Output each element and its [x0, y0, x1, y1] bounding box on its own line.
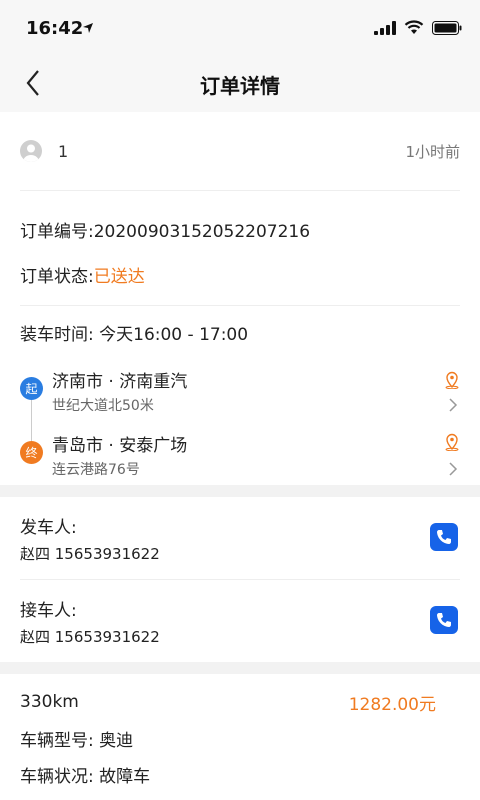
- chevron-right-icon[interactable]: [448, 461, 458, 477]
- end-stop-address: 连云港路76号: [52, 462, 140, 478]
- page-title: 订单详情: [200, 74, 280, 98]
- sender-label: 发车人:: [20, 518, 77, 538]
- distance-price-row: 330km 1282.00元: [20, 684, 460, 720]
- chevron-right-icon[interactable]: [448, 397, 458, 413]
- order-status-row: 订单状态:已送达: [20, 262, 460, 306]
- price: 1282.00元: [348, 694, 436, 715]
- order-number-row: 订单编号:20200903152052207216: [20, 217, 460, 242]
- status-bar: 16:42: [0, 0, 480, 54]
- call-receiver-button[interactable]: [430, 606, 458, 634]
- battery-icon: [432, 20, 462, 35]
- map-pin-icon[interactable]: [444, 371, 460, 389]
- order-number: 20200903152052207216: [93, 222, 311, 242]
- order-section: 1 1小时前 订单编号:20200903152052207216 订单状态:已送…: [0, 112, 480, 478]
- receiver-label: 接车人:: [20, 601, 77, 621]
- avatar: [20, 140, 42, 162]
- receiver-info: 赵四 15653931622: [20, 628, 160, 646]
- nav-bar: 订单详情: [0, 54, 480, 112]
- user-row: 1 1小时前: [20, 112, 460, 191]
- distance: 330km: [20, 692, 79, 712]
- load-time: 装车时间: 今天16:00 - 17:00: [20, 325, 249, 345]
- wifi-icon: [404, 20, 424, 34]
- end-badge: 终: [20, 441, 43, 464]
- map-pin-icon[interactable]: [444, 433, 460, 451]
- sender-info: 赵四 15653931622: [20, 545, 160, 563]
- vehicle-condition: 车辆状况: 故障车: [20, 766, 151, 787]
- section-divider: [0, 662, 480, 674]
- signal-icon: [374, 20, 396, 35]
- route: 起 济南市 · 济南重汽 世纪大道北50米 终 青岛市 · 安泰广场 连云港路7…: [20, 361, 460, 478]
- order-status-label: 订单状态:: [20, 267, 94, 287]
- location-arrow-icon: [83, 23, 93, 33]
- status-icons: [374, 20, 462, 35]
- sender-contact: 发车人: 赵四 15653931622: [20, 497, 460, 579]
- status-time: 16:42: [26, 18, 84, 39]
- order-status: 已送达: [93, 267, 145, 287]
- user-icon: [23, 144, 39, 162]
- vehicle-model: 车辆型号: 奥迪: [20, 730, 134, 751]
- start-badge: 起: [20, 377, 43, 400]
- phone-icon: [437, 613, 451, 627]
- receiver-contact: 接车人: 赵四 15653931622: [20, 579, 460, 662]
- start-stop-address: 世纪大道北50米: [52, 398, 154, 414]
- contacts-section: 发车人: 赵四 15653931622 接车人: 赵四 15653931622: [0, 497, 480, 662]
- start-stop-name: 济南市 · 济南重汽: [52, 372, 188, 392]
- section-divider: [0, 485, 480, 497]
- time-ago: 1小时前: [405, 142, 460, 161]
- phone-icon: [437, 530, 451, 544]
- end-stop-name: 青岛市 · 安泰广场: [52, 436, 188, 456]
- vehicle-section: 330km 1282.00元 车辆型号: 奥迪 车辆状况: 故障车: [0, 674, 480, 792]
- order-number-label: 订单编号:: [20, 222, 94, 242]
- call-sender-button[interactable]: [430, 523, 458, 551]
- user-name: 1: [58, 141, 69, 161]
